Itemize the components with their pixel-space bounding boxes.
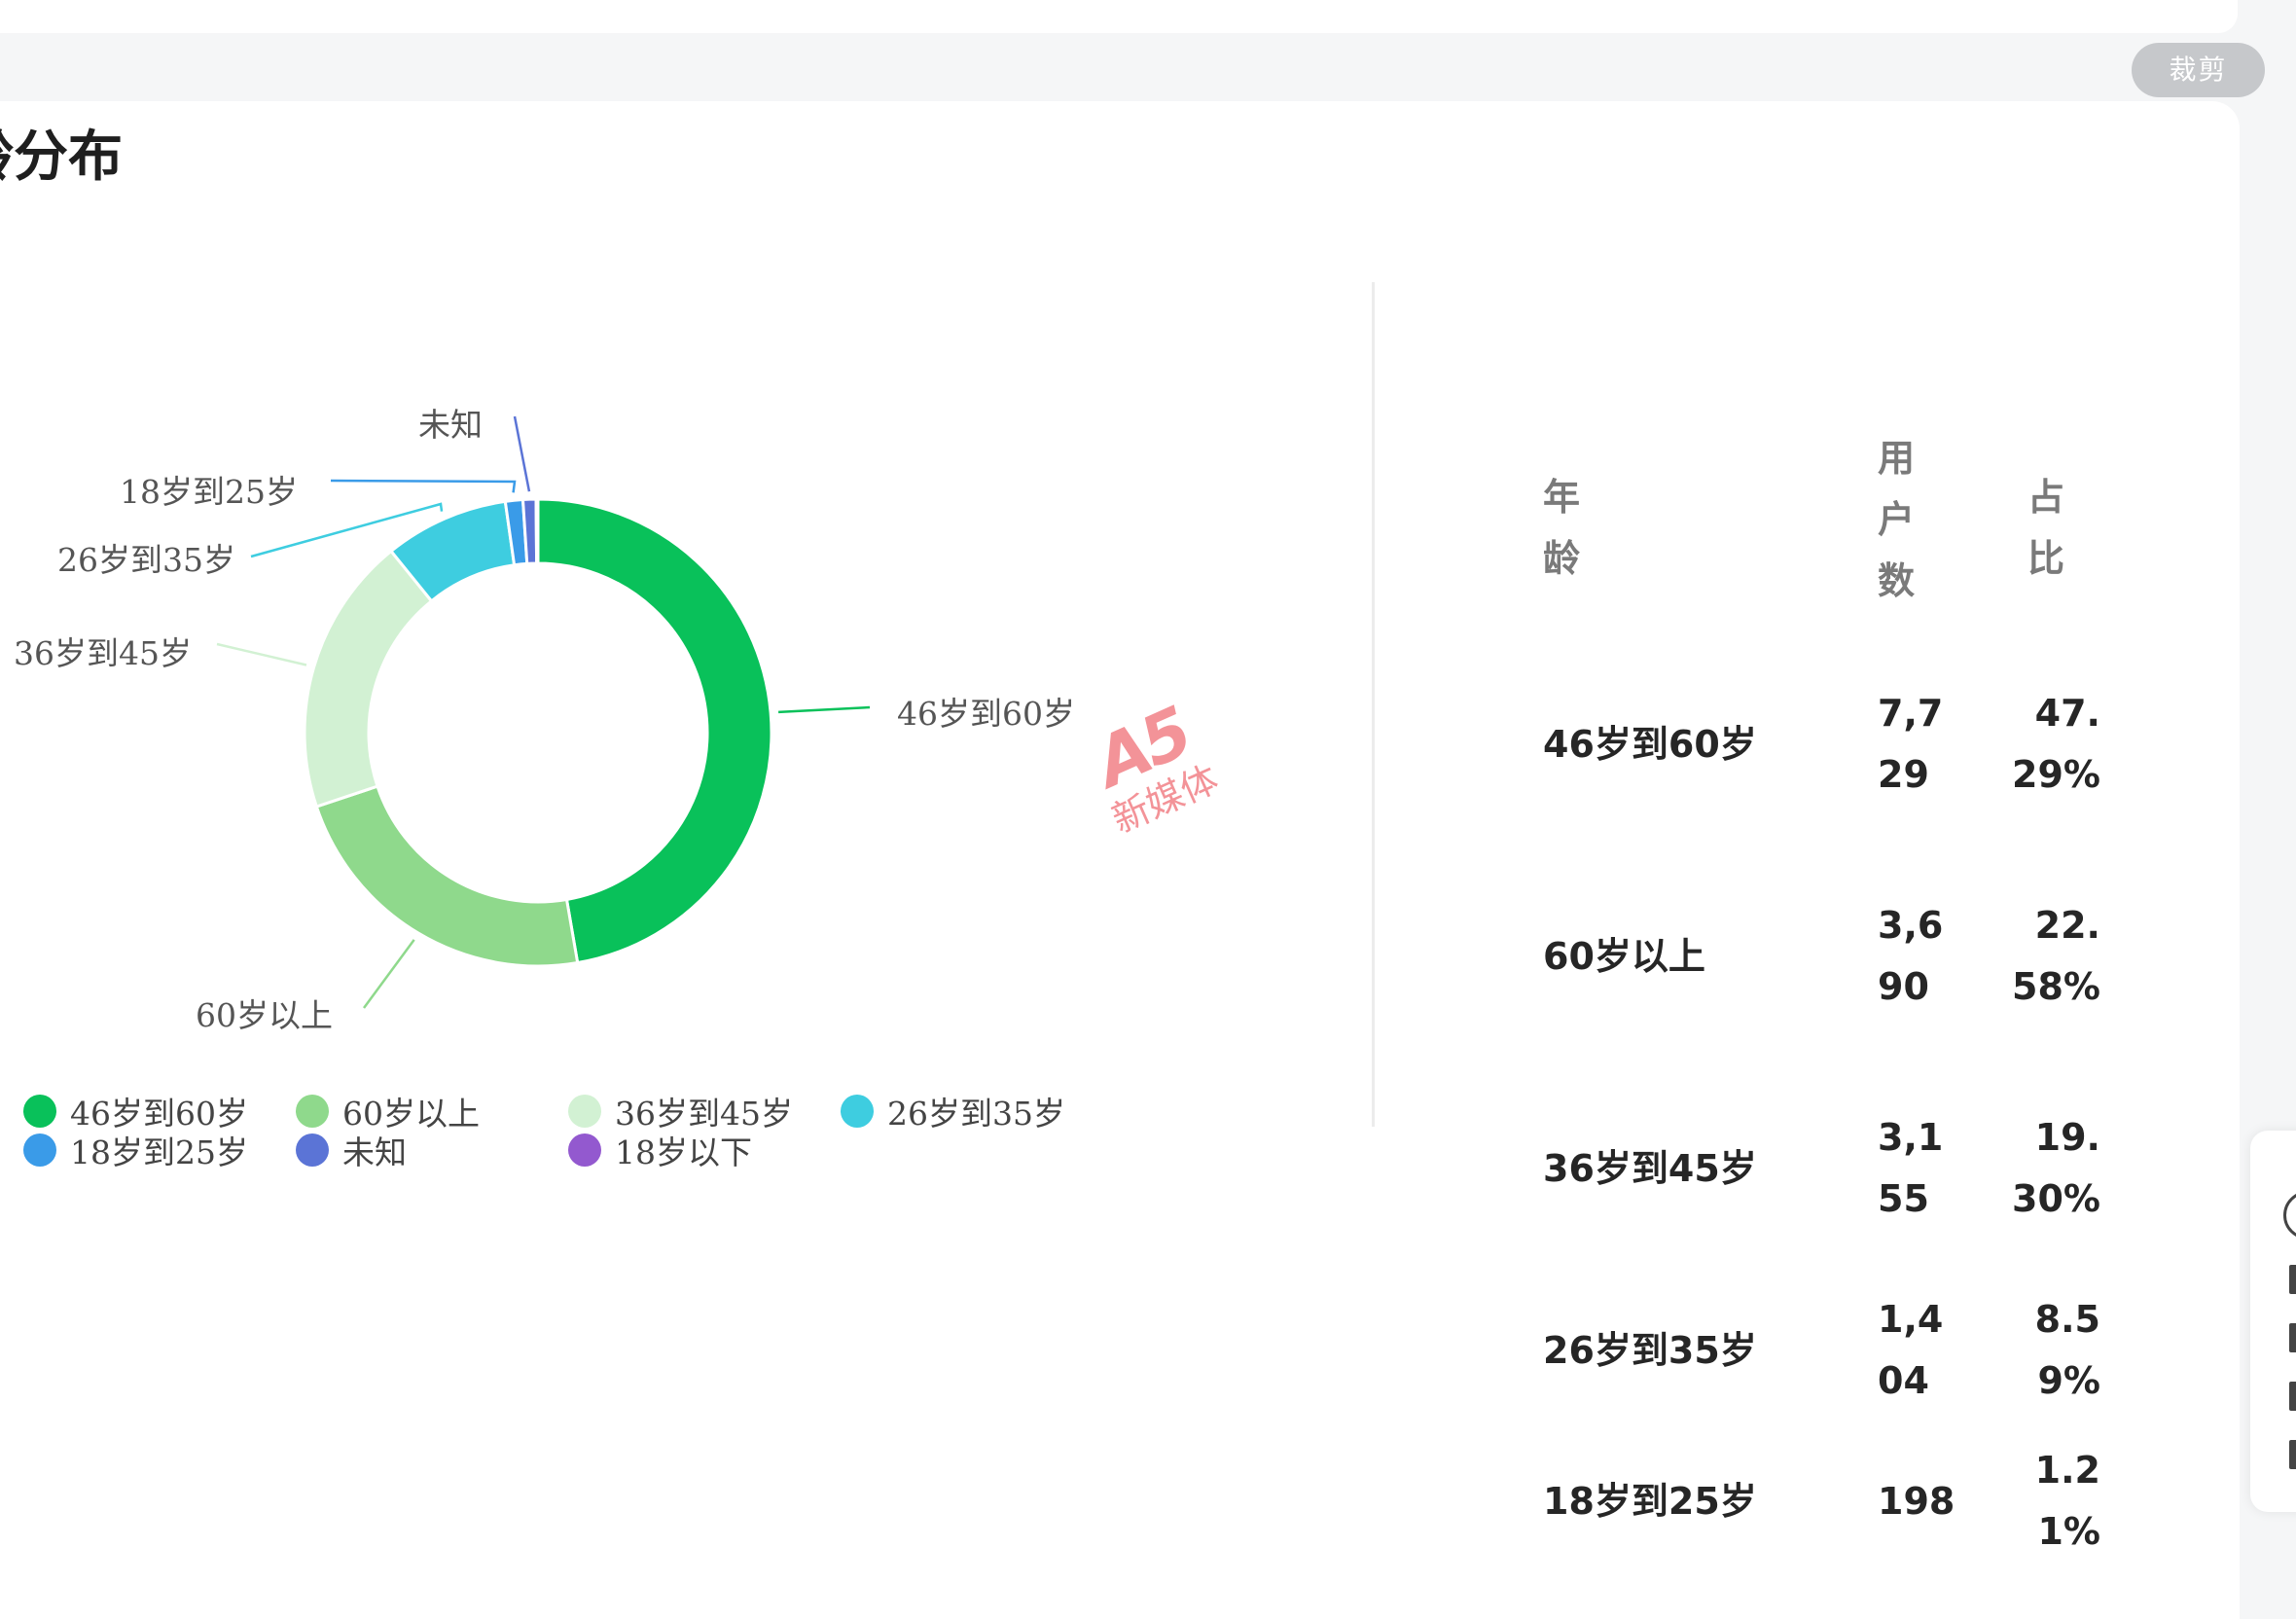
legend-label: 18岁到25岁 [70, 1133, 248, 1171]
slice-label-18-25-: 18岁到25岁 [120, 473, 298, 511]
cell-age: 46岁到60岁 [1543, 722, 1757, 766]
legend-dot-icon [23, 1133, 56, 1167]
leader-line-46-60- [778, 705, 871, 714]
legend-label: 未知 [342, 1133, 407, 1171]
slice-36-45-[interactable] [303, 549, 434, 809]
cell-age: 18岁到25岁 [1543, 1479, 1757, 1523]
cell-users: 3,6 90 [1878, 904, 1944, 1008]
cell-ratio: 8.5 9% [2034, 1298, 2100, 1402]
cell-users: 1,4 04 [1878, 1298, 1944, 1402]
info-icon[interactable] [2283, 1191, 2296, 1240]
slice-label-60-: 60岁以上 [196, 996, 333, 1034]
legend-dot-icon [296, 1133, 329, 1167]
cell-users: 198 [1878, 1479, 1955, 1523]
legend-dot-icon [23, 1095, 56, 1128]
slice-label--: 未知 [418, 406, 483, 444]
slice-46-60-[interactable] [536, 497, 773, 965]
divider [1372, 282, 1375, 1127]
side-glyph [2289, 1382, 2296, 1411]
legend-item--[interactable]: 未知 [296, 1127, 407, 1173]
legend-item-26-35-[interactable]: 26岁到35岁 [841, 1088, 1065, 1134]
legend-dot-icon [568, 1095, 601, 1128]
header-age[interactable]: 年龄 [1543, 467, 1580, 590]
slice-label-26-35-: 26岁到35岁 [57, 541, 235, 579]
slice-label-36-45-: 36岁到45岁 [14, 634, 192, 672]
side-glyph [2289, 1265, 2296, 1294]
cell-users: 7,7 29 [1878, 692, 1944, 796]
leader-line-60- [362, 939, 415, 1009]
cell-users: 3,1 55 [1878, 1116, 1944, 1220]
slice-60-[interactable] [314, 784, 580, 968]
legend-item-18-[interactable]: 18岁以下 [568, 1127, 752, 1173]
cell-ratio: 1.2 1% [2034, 1449, 2100, 1553]
side-panel[interactable] [2250, 1131, 2296, 1512]
legend-dot-icon [841, 1095, 874, 1128]
side-glyph [2289, 1440, 2296, 1469]
cell-age: 26岁到35岁 [1543, 1328, 1757, 1372]
slice-label-46-60-: 46岁到60岁 [897, 695, 1075, 733]
crop-button[interactable]: 裁剪 [2132, 43, 2265, 97]
donut-chart: 46岁到60岁 60岁以上 36岁到45岁 26岁到35岁 18岁到25岁 未知 [14, 406, 1075, 1034]
cell-ratio: 47. 29% [2012, 692, 2100, 796]
cell-age: 36岁到45岁 [1543, 1146, 1757, 1190]
header-users[interactable]: 用户数 [1878, 428, 1917, 612]
legend-label: 26岁到35岁 [887, 1095, 1065, 1133]
cell-age: 60岁以上 [1543, 934, 1705, 978]
cell-ratio: 19. 30% [2012, 1116, 2100, 1220]
side-glyph [2289, 1323, 2296, 1352]
cell-ratio: 22. 58% [2012, 904, 2100, 1008]
legend-item-18-25-[interactable]: 18岁到25岁 [23, 1127, 248, 1173]
legend-dot-icon [568, 1133, 601, 1167]
legend-label: 18岁以下 [615, 1133, 752, 1171]
slice-18-[interactable] [534, 497, 540, 565]
legend-dot-icon [296, 1095, 329, 1128]
leader-line-18-25- [330, 479, 517, 493]
leader-line-36-45- [216, 642, 307, 666]
header-ratio[interactable]: 占比 [2027, 467, 2066, 590]
leader-line-- [513, 415, 531, 492]
